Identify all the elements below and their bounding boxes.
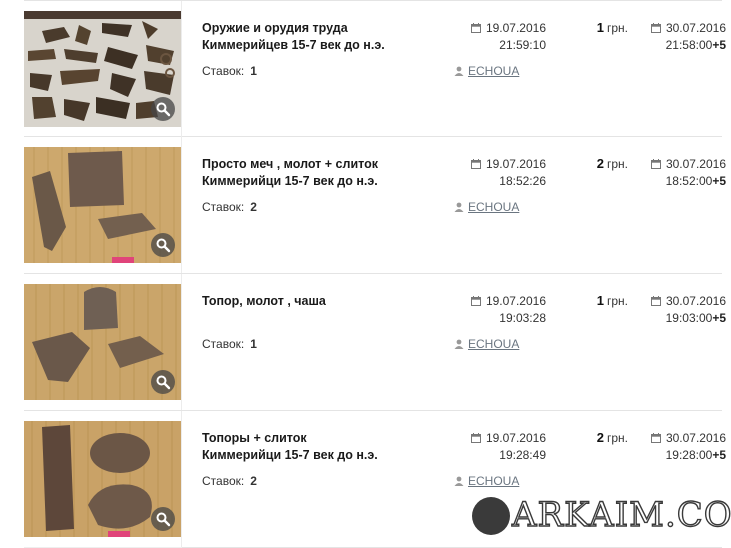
lot-list: Оружие и орудия труда Киммерийцев 15-7 в… bbox=[24, 0, 726, 548]
seller-link[interactable]: ECHOUA bbox=[468, 64, 519, 78]
seller: ECHOUA bbox=[454, 200, 519, 214]
magnifier-icon[interactable] bbox=[151, 233, 175, 257]
end-time: 18:52:00 bbox=[665, 174, 713, 188]
bids-count: Ставок: 1 bbox=[202, 337, 257, 351]
calendar-icon bbox=[470, 296, 481, 306]
seller: ECHOUA bbox=[454, 474, 519, 488]
end-datetime: 30.07.2016 21:58:00+5 bbox=[622, 20, 726, 54]
start-datetime: 19.07.2016 21:59:10 bbox=[444, 20, 546, 54]
price-value: 1 bbox=[596, 20, 604, 35]
lot-thumbnail[interactable] bbox=[24, 284, 181, 400]
lot-title-line2[interactable]: Киммерийци 15-7 век до н.э. bbox=[202, 173, 422, 190]
bids-count: Ставок: 2 bbox=[202, 200, 257, 214]
calendar-icon bbox=[470, 159, 481, 169]
lot-thumbnail-cell bbox=[24, 411, 182, 547]
lot-thumbnail[interactable] bbox=[24, 421, 181, 537]
person-icon bbox=[454, 476, 464, 486]
lot-title-line1[interactable]: Оружие и орудия труда bbox=[202, 20, 422, 37]
price-value: 1 bbox=[596, 293, 604, 308]
end-datetime: 30.07.2016 19:03:00+5 bbox=[622, 293, 726, 327]
lot-title-line1[interactable]: Топоры + слиток bbox=[202, 430, 422, 447]
start-date: 19.07.2016 bbox=[485, 21, 546, 35]
start-date: 19.07.2016 bbox=[485, 157, 546, 171]
bids-label: Ставок: bbox=[202, 474, 245, 488]
bids-value: 2 bbox=[250, 474, 257, 488]
end-date: 30.07.2016 bbox=[665, 431, 726, 445]
end-time: 19:03:00 bbox=[665, 311, 713, 325]
timezone: +5 bbox=[712, 448, 726, 462]
lot-title[interactable]: Оружие и орудия труда Киммерийцев 15-7 в… bbox=[202, 20, 422, 54]
lot-row: Топор, молот , чаша Ставок: 1 19.07.2016 … bbox=[24, 274, 726, 411]
bids-count: Ставок: 1 bbox=[202, 64, 257, 78]
magnifier-icon[interactable] bbox=[151, 370, 175, 394]
seller-link[interactable]: ECHOUA bbox=[468, 474, 519, 488]
seller: ECHOUA bbox=[454, 64, 519, 78]
bids-label: Ставок: bbox=[202, 64, 245, 78]
end-date: 30.07.2016 bbox=[665, 294, 726, 308]
watermark-text: ARKAIM.CO bbox=[511, 494, 731, 535]
calendar-icon bbox=[650, 23, 661, 33]
lot-row: Оружие и орудия труда Киммерийцев 15-7 в… bbox=[24, 0, 726, 137]
lot-title-line1[interactable]: Просто меч , молот + слиток bbox=[202, 156, 422, 173]
lot-thumbnail[interactable] bbox=[24, 11, 181, 127]
end-date: 30.07.2016 bbox=[665, 21, 726, 35]
lot-thumbnail-cell bbox=[24, 137, 182, 273]
person-icon bbox=[454, 339, 464, 349]
lot-thumbnail-cell bbox=[24, 1, 182, 137]
start-time: 21:59:10 bbox=[499, 38, 546, 52]
seller: ECHOUA bbox=[454, 337, 519, 351]
watermark: ARKAIM.CO bbox=[472, 493, 731, 537]
end-time: 21:58:00 bbox=[665, 38, 713, 52]
start-time: 19:28:49 bbox=[499, 448, 546, 462]
person-icon bbox=[454, 66, 464, 76]
end-datetime: 30.07.2016 19:28:00+5 bbox=[622, 430, 726, 464]
timezone: +5 bbox=[712, 311, 726, 325]
seller-link[interactable]: ECHOUA bbox=[468, 337, 519, 351]
magnifier-icon[interactable] bbox=[151, 507, 175, 531]
calendar-icon bbox=[650, 296, 661, 306]
bids-value: 2 bbox=[250, 200, 257, 214]
start-datetime: 19.07.2016 18:52:26 bbox=[444, 156, 546, 190]
lot-row: Просто меч , молот + слиток Киммерийци 1… bbox=[24, 137, 726, 274]
bids-value: 1 bbox=[250, 64, 257, 78]
current-price: 2 грн. bbox=[564, 430, 628, 445]
end-date: 30.07.2016 bbox=[665, 157, 726, 171]
start-date: 19.07.2016 bbox=[485, 294, 546, 308]
calendar-icon bbox=[650, 159, 661, 169]
end-time: 19:28:00 bbox=[665, 448, 713, 462]
lot-title[interactable]: Просто меч , молот + слиток Киммерийци 1… bbox=[202, 156, 422, 190]
end-datetime: 30.07.2016 18:52:00+5 bbox=[622, 156, 726, 190]
start-time: 19:03:28 bbox=[499, 311, 546, 325]
start-datetime: 19.07.2016 19:28:49 bbox=[444, 430, 546, 464]
current-price: 1 грн. bbox=[564, 20, 628, 35]
calendar-icon bbox=[470, 433, 481, 443]
start-datetime: 19.07.2016 19:03:28 bbox=[444, 293, 546, 327]
calendar-icon bbox=[650, 433, 661, 443]
bids-count: Ставок: 2 bbox=[202, 474, 257, 488]
timezone: +5 bbox=[712, 38, 726, 52]
timezone: +5 bbox=[712, 174, 726, 188]
magnifier-icon[interactable] bbox=[151, 97, 175, 121]
calendar-icon bbox=[470, 23, 481, 33]
lot-title-line2[interactable]: Киммерийцев 15-7 век до н.э. bbox=[202, 37, 422, 54]
lot-thumbnail-cell bbox=[24, 274, 182, 410]
price-value: 2 bbox=[596, 430, 604, 445]
bids-label: Ставок: bbox=[202, 200, 245, 214]
lot-title-line1[interactable]: Топор, молот , чаша bbox=[202, 293, 422, 310]
lot-thumbnail[interactable] bbox=[24, 147, 181, 263]
seller-link[interactable]: ECHOUA bbox=[468, 200, 519, 214]
watermark-logo-icon bbox=[472, 497, 510, 535]
current-price: 1 грн. bbox=[564, 293, 628, 308]
person-icon bbox=[454, 202, 464, 212]
start-date: 19.07.2016 bbox=[485, 431, 546, 445]
lot-title-line2[interactable]: Киммерийци 15-7 век до н.э. bbox=[202, 447, 422, 464]
bids-label: Ставок: bbox=[202, 337, 245, 351]
current-price: 2 грн. bbox=[564, 156, 628, 171]
lot-title[interactable]: Топор, молот , чаша bbox=[202, 293, 422, 310]
bids-value: 1 bbox=[250, 337, 257, 351]
lot-title[interactable]: Топоры + слиток Киммерийци 15-7 век до н… bbox=[202, 430, 422, 464]
price-value: 2 bbox=[596, 156, 604, 171]
start-time: 18:52:26 bbox=[499, 174, 546, 188]
